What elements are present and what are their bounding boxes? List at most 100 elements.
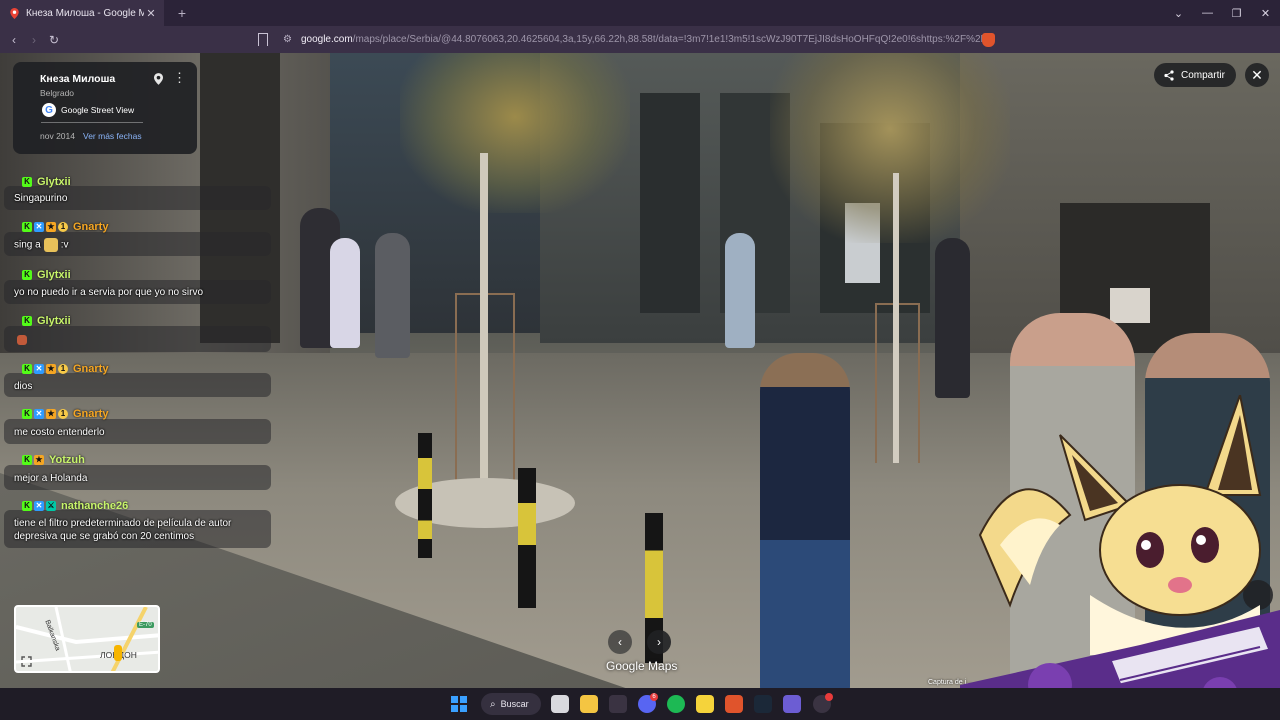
- url-field[interactable]: ⚙ google.com /maps/place/Serbia/@44.8076…: [283, 26, 983, 53]
- notification-dot: [825, 693, 833, 701]
- chat-text: yo no puedo ir a servia por que yo no si…: [14, 287, 203, 298]
- app-icon[interactable]: [783, 695, 801, 713]
- share-label: Compartir: [1181, 69, 1225, 81]
- maps-pin-icon: [10, 7, 19, 19]
- tab-bar: Кнеза Милоша - Google Maps ✕ + ⌄ — ❐ ✕: [0, 0, 1280, 26]
- chat-text-part: sing a: [14, 239, 41, 251]
- chat-text: tiene el filtro predeterminado de pelícu…: [14, 518, 232, 542]
- chat-text: Singapurino: [14, 193, 68, 204]
- kick-badge-icon: K: [22, 222, 32, 232]
- spotify-icon[interactable]: [667, 695, 685, 713]
- location-pin-icon[interactable]: [154, 73, 163, 85]
- chat-username: Glytxii: [37, 315, 71, 327]
- expand-icon[interactable]: [21, 656, 32, 667]
- chat-text: me costo entenderlo: [14, 427, 105, 438]
- sticky-notes-icon[interactable]: [696, 695, 714, 713]
- url-host: google.com: [300, 34, 353, 45]
- kick-badge-icon: K: [22, 501, 32, 511]
- more-options-icon[interactable]: ⋮: [173, 71, 186, 84]
- tab-title: Кнеза Милоша - Google Maps: [26, 7, 144, 19]
- close-street-view-button[interactable]: ✕: [1245, 63, 1269, 87]
- steam-icon[interactable]: [754, 695, 772, 713]
- previous-arrow-button[interactable]: ‹: [608, 630, 632, 654]
- gift-badge-icon: 1: [58, 409, 68, 419]
- window-close-icon[interactable]: ✕: [1251, 7, 1280, 20]
- tab-close-icon[interactable]: ✕: [144, 7, 158, 20]
- reload-icon[interactable]: ↻: [44, 33, 64, 47]
- chat-username: Gnarty: [73, 408, 109, 420]
- chat-user-line: K ✕ ★ 1 Gnarty: [22, 219, 108, 235]
- file-explorer-icon[interactable]: [580, 695, 598, 713]
- forward-icon[interactable]: ›: [24, 33, 44, 47]
- restore-icon[interactable]: ❐: [1222, 7, 1251, 20]
- chat-username: Yotzuh: [49, 454, 85, 466]
- chat-user-line: K Glytxii: [22, 267, 71, 283]
- search-label: Buscar: [500, 699, 529, 709]
- brave-shields-icon[interactable]: [982, 33, 995, 47]
- google-logo-icon: G: [42, 103, 56, 117]
- tab-google-maps[interactable]: Кнеза Милоша - Google Maps ✕: [0, 0, 164, 26]
- chat-text: [14, 334, 30, 347]
- chat-text: dios: [14, 381, 33, 392]
- road-badge: E-70: [137, 622, 154, 628]
- more-dates-link[interactable]: Ver más fechas: [83, 131, 142, 141]
- place-title: Кнеза Милоша: [40, 73, 116, 85]
- chat-username: nathanche26: [61, 500, 129, 512]
- bookmark-icon[interactable]: [258, 33, 268, 46]
- chat-user-line: K Glytxii: [22, 313, 71, 329]
- subscriber-badge-icon: ✕: [34, 409, 44, 419]
- task-view-icon[interactable]: [551, 695, 569, 713]
- chat-username: Glytxii: [37, 176, 71, 188]
- kick-badge-icon: K: [22, 270, 32, 280]
- chat-username: Gnarty: [73, 221, 109, 233]
- subscriber-badge-icon: ✕: [34, 364, 44, 374]
- source-label: Google Street View: [61, 105, 135, 115]
- google-maps-brand: Google Maps: [606, 659, 678, 673]
- chat-message: [4, 326, 271, 352]
- app-icon[interactable]: [609, 695, 627, 713]
- place-info-card: Кнеза Милоша Belgrado ⋮ G Google Street …: [13, 62, 197, 154]
- chat-user-line: K ✕ ★ 1 Gnarty: [22, 406, 108, 422]
- gift-badge-icon: 1: [58, 364, 68, 374]
- chat-text: mejor a Holanda: [14, 473, 88, 484]
- site-settings-icon[interactable]: ⚙: [283, 34, 292, 45]
- minimap-roads: [16, 607, 158, 671]
- chat-text: sing a :v: [14, 238, 68, 252]
- chat-username: Gnarty: [73, 363, 109, 375]
- pegman-icon: [114, 645, 122, 661]
- chat-user-line: K ✕ ⚔ nathanche26: [22, 498, 128, 514]
- street-view-source: G Google Street View: [42, 103, 134, 117]
- chat-text-part: :v: [60, 239, 69, 251]
- new-tab-button[interactable]: +: [174, 5, 190, 21]
- kick-badge-icon: K: [22, 409, 32, 419]
- vip-badge-icon: ★: [46, 364, 56, 374]
- vip-badge-icon: ★: [46, 409, 56, 419]
- share-icon: [1164, 69, 1174, 81]
- subscriber-badge-icon: ✕: [34, 501, 44, 511]
- kick-badge-icon: K: [22, 316, 32, 326]
- brave-browser-icon[interactable]: [725, 695, 743, 713]
- chat-user-line: K ✕ ★ 1 Gnarty: [22, 361, 108, 377]
- share-button[interactable]: Compartir: [1154, 63, 1236, 87]
- chat-user-line: K ★ Yotzuh: [22, 452, 85, 468]
- vip-badge-icon: ★: [34, 455, 44, 465]
- back-icon[interactable]: ‹: [4, 33, 24, 47]
- kick-badge-icon: K: [22, 364, 32, 374]
- kick-badge-icon: K: [22, 455, 32, 465]
- tab-search-chevron-icon[interactable]: ⌄: [1164, 7, 1193, 20]
- streamer-mascot-image: [960, 395, 1280, 720]
- screen: Кнеза Милоша - Google Maps ✕ + ⌄ — ❐ ✕ ‹…: [0, 0, 1280, 720]
- taskbar-search[interactable]: ⌕ Buscar: [481, 693, 541, 715]
- emote-icon: [43, 238, 58, 252]
- kick-badge-icon: K: [22, 177, 32, 187]
- windows-start-icon[interactable]: [451, 696, 467, 712]
- minimap[interactable]: Balkanska ЛОНДОН E-70: [14, 605, 160, 673]
- chat-user-line: K Glytxii: [22, 174, 71, 190]
- gift-badge-icon: 1: [58, 222, 68, 232]
- vip-badge-icon: ★: [46, 222, 56, 232]
- minimize-icon[interactable]: —: [1193, 7, 1222, 19]
- next-arrow-button[interactable]: ›: [647, 630, 671, 654]
- capture-date: nov 2014: [40, 131, 75, 141]
- window-controls: ⌄ — ❐ ✕: [1164, 0, 1280, 26]
- mod-badge-icon: ⚔: [46, 501, 56, 511]
